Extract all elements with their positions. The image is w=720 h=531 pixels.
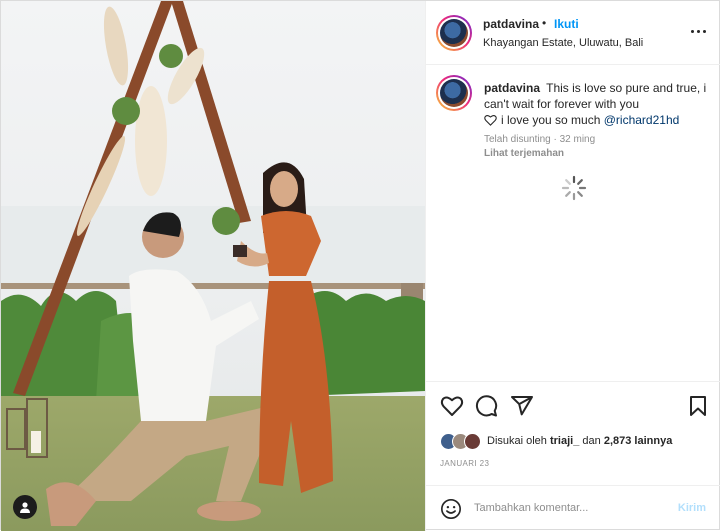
post-actions: Disukai oleh triaji_ dan 2,873 lainnya J… bbox=[426, 381, 720, 485]
post-header: patdavina • Ikuti Khayangan Estate, Uluw… bbox=[426, 1, 720, 65]
likes-text: Disukai oleh triaji_ dan 2,873 lainnya bbox=[487, 435, 672, 447]
caption-body-end: i love you so much bbox=[501, 113, 601, 127]
caption-text: patdavina This is love so pure and true,… bbox=[484, 80, 709, 128]
comments-section: patdavina This is love so pure and true,… bbox=[426, 65, 720, 381]
heart-outline-icon bbox=[484, 114, 497, 126]
user-icon bbox=[20, 502, 30, 513]
post-comment-button[interactable]: Kirim bbox=[678, 502, 706, 514]
more-horizontal-icon[interactable] bbox=[691, 30, 706, 33]
loading-spinner-icon bbox=[561, 175, 587, 201]
post-location[interactable]: Khayangan Estate, Uluwatu, Bali bbox=[483, 37, 643, 49]
likes-summary: Disukai oleh triaji_ dan 2,873 lainnya bbox=[440, 431, 672, 451]
share-icon[interactable] bbox=[510, 394, 534, 418]
follow-button[interactable]: Ikuti bbox=[554, 17, 579, 31]
tagged-users-button[interactable] bbox=[13, 495, 37, 519]
caption-mention-link[interactable]: @richard21hd bbox=[604, 113, 680, 127]
caption-edited-time: Telah disunting · 32 ming bbox=[484, 134, 596, 145]
proposal-photo-image bbox=[1, 1, 425, 531]
avatar[interactable] bbox=[436, 15, 472, 51]
post-details-panel: patdavina • Ikuti Khayangan Estate, Uluw… bbox=[425, 1, 720, 531]
likes-prefix: Disukai oleh bbox=[487, 435, 547, 447]
comment-input[interactable] bbox=[474, 498, 664, 518]
likes-conjunction: dan bbox=[582, 435, 601, 447]
save-icon[interactable] bbox=[686, 394, 710, 418]
like-icon[interactable] bbox=[440, 394, 464, 418]
author-username[interactable]: patdavina bbox=[483, 17, 539, 31]
liker-username[interactable]: triaji_ bbox=[550, 435, 579, 447]
likes-count-link[interactable]: 2,873 lainnya bbox=[604, 435, 673, 447]
caption-avatar[interactable] bbox=[436, 75, 472, 111]
comment-composer: Kirim bbox=[426, 485, 720, 531]
comment-icon[interactable] bbox=[474, 394, 498, 418]
header-separator: • bbox=[542, 16, 547, 30]
see-translation-button[interactable]: Lihat terjemahan bbox=[484, 148, 564, 159]
emoji-icon[interactable] bbox=[440, 498, 462, 520]
instagram-post-modal: patdavina • Ikuti Khayangan Estate, Uluw… bbox=[0, 0, 720, 531]
caption-username[interactable]: patdavina bbox=[484, 81, 540, 95]
post-photo[interactable] bbox=[1, 1, 425, 531]
liker-avatar bbox=[464, 432, 481, 450]
post-date[interactable]: JANUARI 23 bbox=[440, 459, 489, 468]
